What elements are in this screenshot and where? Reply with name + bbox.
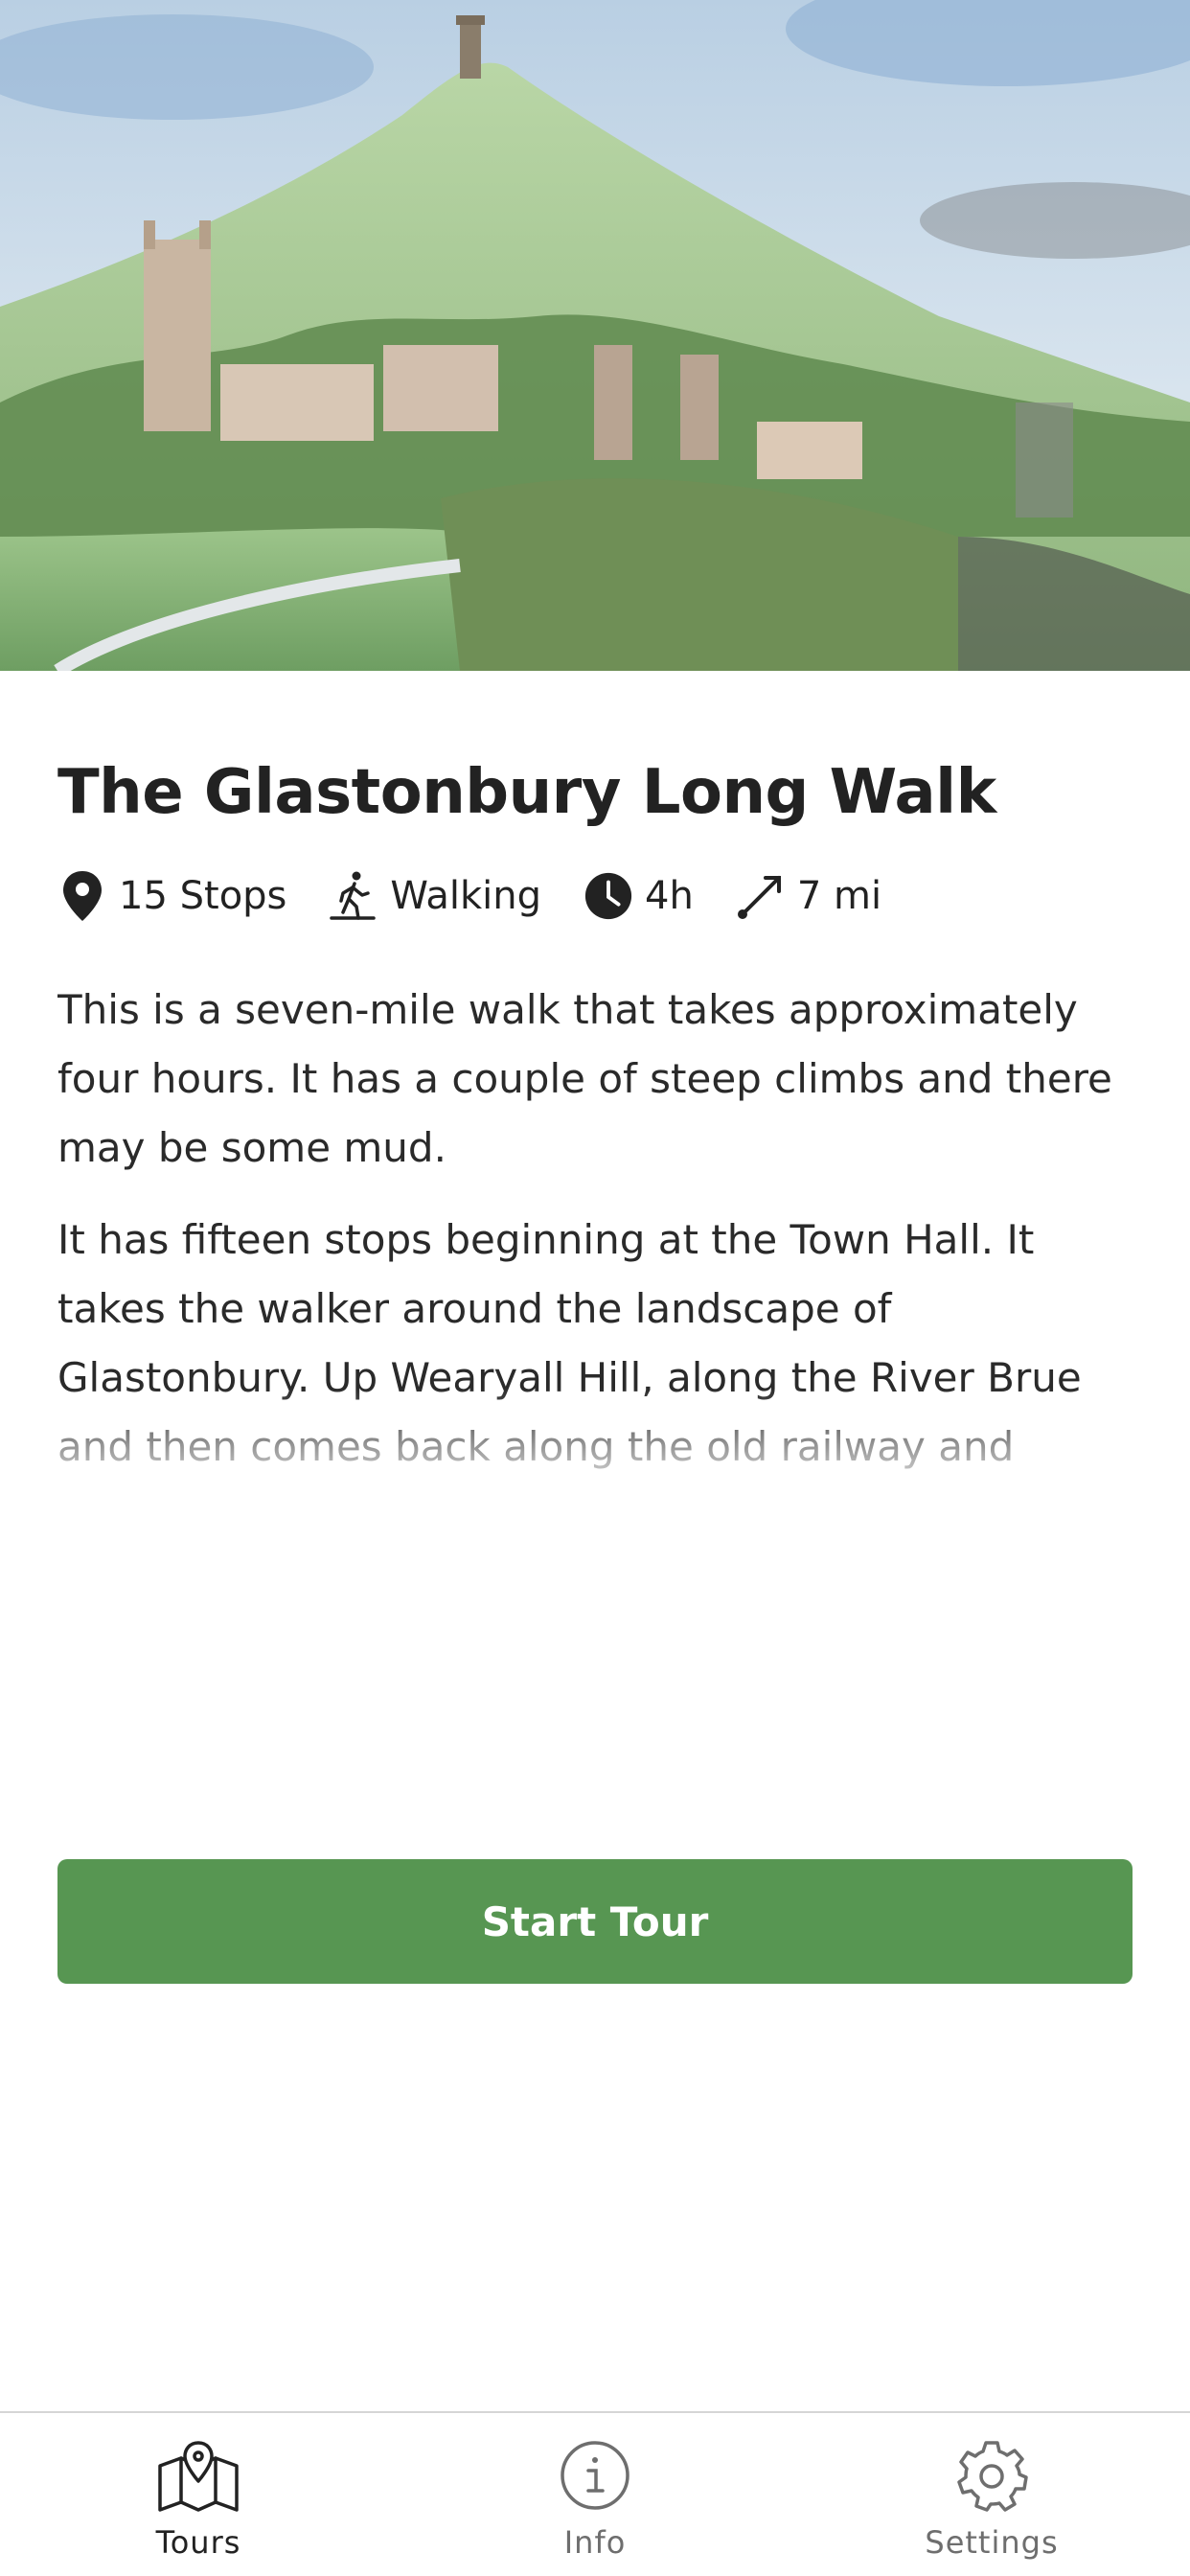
duration: 4h: [645, 874, 694, 918]
tab-label: Settings: [925, 2524, 1059, 2561]
distance-meta: 7 mi: [736, 869, 881, 923]
tour-title: The Glastonbury Long Walk: [57, 757, 996, 828]
hero-image: [0, 0, 1190, 671]
description-fade: [57, 1388, 1133, 1474]
gear-icon: [949, 2432, 1035, 2518]
tour-meta: 15 Stops Walking 4h 7 mi: [57, 867, 924, 925]
location-pin-icon: [57, 869, 107, 923]
mode-meta: Walking: [329, 869, 541, 923]
stops-meta: 15 Stops: [57, 869, 286, 923]
distance: 7 mi: [796, 874, 882, 918]
start-tour-button[interactable]: Start Tour: [57, 1859, 1133, 1984]
tab-label: Info: [563, 2524, 627, 2561]
tab-label: Tours: [155, 2524, 241, 2561]
distance-icon: [736, 869, 786, 923]
tab-info[interactable]: Info: [397, 2413, 793, 2576]
tab-bar: Tours Info Settings: [0, 2411, 1190, 2576]
clock-icon: [584, 869, 633, 923]
map-icon: [155, 2432, 241, 2518]
info-icon: [552, 2432, 638, 2518]
tab-settings[interactable]: Settings: [793, 2413, 1190, 2576]
travel-mode: Walking: [390, 874, 542, 918]
duration-meta: 4h: [584, 869, 694, 923]
stops-count: 15 Stops: [119, 874, 287, 918]
walking-icon: [329, 869, 378, 923]
tab-tours[interactable]: Tours: [0, 2413, 397, 2576]
description-paragraph: This is a seven-mile walk that takes app…: [57, 986, 1112, 1171]
tour-description: This is a seven-mile walk that takes app…: [57, 976, 1133, 1474]
